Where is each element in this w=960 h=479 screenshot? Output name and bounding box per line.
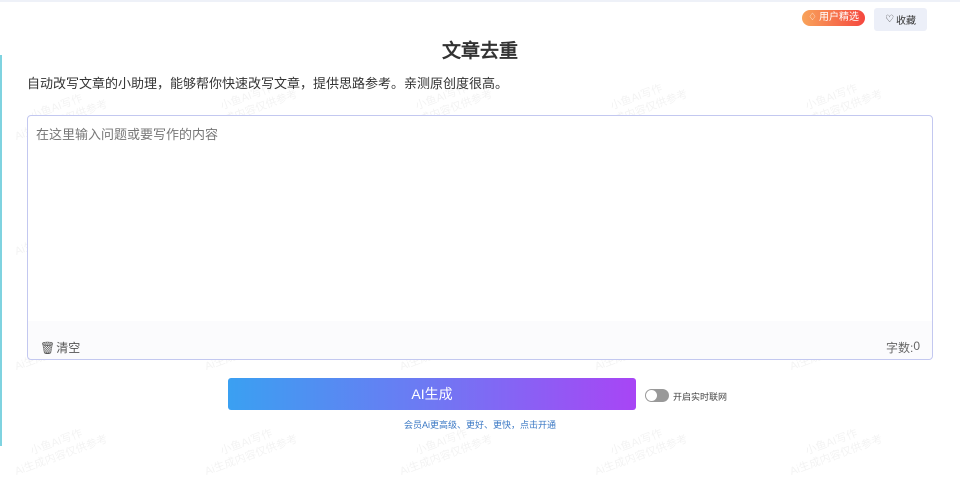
ai-generate-button[interactable]: AI生成 xyxy=(228,378,636,410)
content-input[interactable] xyxy=(36,124,916,314)
online-toggle-label: 开启实时联网 xyxy=(673,392,728,402)
vip-link-text[interactable]: 会员Ai更高级、更好、更快，点击开通 xyxy=(404,420,556,430)
watermark-line: 小鱼AI写作 xyxy=(803,82,860,113)
online-toggle[interactable] xyxy=(645,389,669,402)
word-count: 字数: 0 xyxy=(885,339,920,355)
user-pick-badge[interactable]: ♢ 用户精选 xyxy=(802,10,865,26)
trash-icon: 🗑 xyxy=(40,340,56,355)
watermark-line: Ai生成内容仅供参考 xyxy=(593,433,690,478)
watermark-line: 小鱼AI写作 xyxy=(608,82,665,113)
heart-icon: ♡ xyxy=(885,14,894,25)
watermark-line: Ai生成内容仅供参考 xyxy=(13,433,110,478)
page-title: 文章去重 xyxy=(441,41,518,62)
diamond-icon: ♢ xyxy=(808,12,817,23)
top-divider xyxy=(0,0,960,2)
editor-box: 🗑清空 字数:0 xyxy=(27,115,933,360)
watermark-line: Ai生成内容仅供参考 xyxy=(398,433,495,478)
favorite-button[interactable]: ♡ 收藏 xyxy=(874,8,927,31)
clear-button[interactable]: 🗑 清空 xyxy=(40,339,80,356)
vip-upgrade-link[interactable]: 会员Ai更高级、更好、更快，点击开通 xyxy=(0,418,960,431)
left-accent-border xyxy=(0,55,2,446)
page-description: 自动改写文章的小助理，能够帮你快速改写文章，提供思路参考。亲测原创度很高。 xyxy=(27,76,509,91)
watermark-line: Ai生成内容仅供参考 xyxy=(203,433,300,478)
editor-footer xyxy=(28,321,932,359)
watermark-line: Ai生成内容仅供参考 xyxy=(788,433,885,478)
